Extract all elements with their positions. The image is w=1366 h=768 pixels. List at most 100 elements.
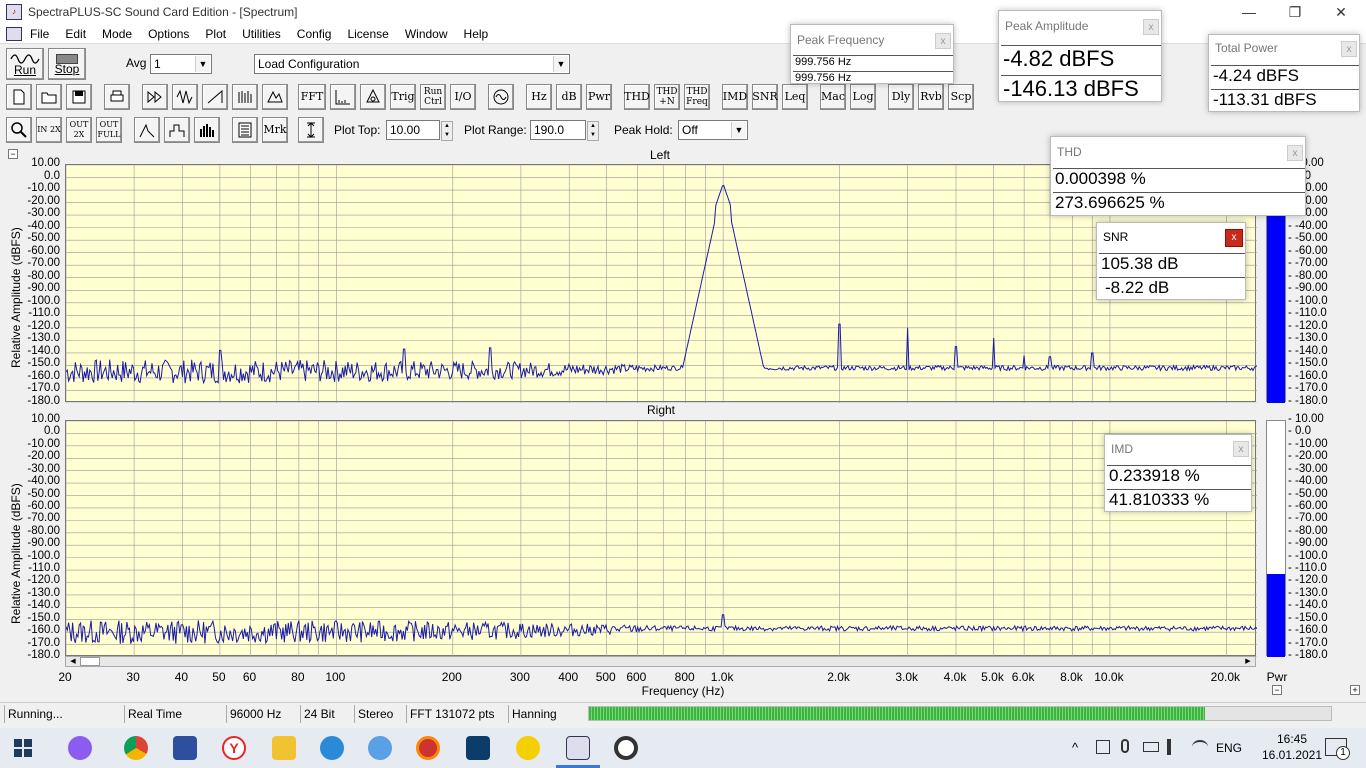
clock-date[interactable]: 16.01.2021 xyxy=(1252,748,1332,762)
step-plot-button[interactable] xyxy=(164,117,190,143)
dly-button[interactable]: Dly xyxy=(888,84,914,110)
close-icon[interactable]: x xyxy=(1143,19,1159,35)
windows-start-icon[interactable] xyxy=(14,739,32,757)
close-icon[interactable]: x xyxy=(935,33,951,49)
zoom-in-2x-button[interactable]: IN 2X xyxy=(36,117,62,143)
spectrogram-button[interactable] xyxy=(232,84,258,110)
save-button[interactable] xyxy=(66,84,92,110)
floppy-save-icon[interactable] xyxy=(173,736,197,760)
close-icon[interactable]: x xyxy=(1287,145,1303,161)
wifi-icon[interactable] xyxy=(1192,740,1208,754)
scope-button[interactable] xyxy=(360,84,386,110)
plot-range-input[interactable]: 190.0 ▲ ▼ xyxy=(530,120,599,141)
fft-button[interactable]: FFT xyxy=(298,84,326,110)
file-explorer-icon[interactable] xyxy=(272,736,296,760)
snr-button[interactable]: SNR xyxy=(752,84,778,110)
close-button[interactable]: ✕ xyxy=(1318,0,1364,24)
settings-gear-icon[interactable] xyxy=(614,736,638,760)
chrome-icon[interactable] xyxy=(124,736,148,760)
menu-edit[interactable]: Edit xyxy=(57,27,94,41)
bar-plot-button[interactable] xyxy=(194,117,220,143)
plot-range-spinner[interactable]: ▲ ▼ xyxy=(587,121,599,141)
pwr-button[interactable]: Pwr xyxy=(586,84,612,110)
zoom-out-full-button[interactable]: OUT FULL xyxy=(96,117,122,143)
1c-icon[interactable] xyxy=(516,736,540,760)
restore-button[interactable]: ❐ xyxy=(1272,0,1318,24)
thd-button[interactable]: THD xyxy=(624,84,650,110)
scrollbar-thumb[interactable] xyxy=(80,657,100,666)
minimize-button[interactable]: — xyxy=(1226,0,1272,24)
snr-window[interactable]: SNR x 105.38 dB -8.22 dB xyxy=(1096,222,1246,300)
generator-button[interactable] xyxy=(488,84,514,110)
clock-time[interactable]: 16:45 xyxy=(1262,732,1322,746)
mrk-button[interactable]: Mrk xyxy=(262,117,288,143)
close-icon[interactable]: x xyxy=(1233,441,1249,457)
plot-top-input[interactable]: 10.00 ▲ ▼ xyxy=(386,120,453,141)
alice-assistant-icon[interactable] xyxy=(68,736,92,760)
config-select[interactable]: Load Configuration ▼ xyxy=(254,54,570,74)
thd-freq-button[interactable]: THD Freq xyxy=(684,84,710,110)
menu-plot[interactable]: Plot xyxy=(197,27,234,41)
scroll-right-arrow-icon[interactable]: ▶ xyxy=(1241,657,1255,666)
menu-window[interactable]: Window xyxy=(397,27,456,41)
thd-n-button[interactable]: THD +N xyxy=(654,84,680,110)
menu-mode[interactable]: Mode xyxy=(94,27,140,41)
app-icon[interactable]: ♪ xyxy=(6,4,22,20)
line-plot-button[interactable] xyxy=(134,117,160,143)
trig-button[interactable]: Trig xyxy=(390,84,416,110)
menu-options[interactable]: Options xyxy=(140,27,197,41)
right-spectrum-plot[interactable] xyxy=(65,420,1257,657)
tray-overflow-icon[interactable]: ^ xyxy=(1072,740,1078,755)
scroll-left-arrow-icon[interactable]: ◀ xyxy=(66,657,80,666)
spectraplus-taskbar-icon[interactable] xyxy=(566,736,590,760)
imd-button[interactable]: IMD xyxy=(722,84,748,110)
fast-forward-button[interactable] xyxy=(142,84,168,110)
media-player-icon[interactable] xyxy=(416,736,440,760)
mac-button[interactable]: Mac xyxy=(820,84,846,110)
io-button[interactable]: I/O xyxy=(450,84,476,110)
db-button[interactable]: dB xyxy=(556,84,582,110)
leq-button[interactable]: Leq xyxy=(782,84,808,110)
scp-button[interactable]: Scp xyxy=(948,84,974,110)
language-indicator[interactable]: ENG xyxy=(1216,741,1242,755)
menu-file[interactable]: File xyxy=(22,27,57,41)
thd-window[interactable]: THD x 0.000398 % 273.696625 % xyxy=(1050,136,1306,216)
avg-select[interactable]: 1 ▼ xyxy=(150,54,212,74)
stop-button[interactable]: Stop xyxy=(48,48,86,80)
log-button[interactable]: Log xyxy=(850,84,876,110)
table-button[interactable] xyxy=(232,117,258,143)
zoom-button[interactable] xyxy=(6,117,32,143)
telegram-icon[interactable] xyxy=(320,736,344,760)
new-button[interactable] xyxy=(6,84,32,110)
waveform-button[interactable] xyxy=(172,84,198,110)
plot-top-spinner[interactable]: ▲ ▼ xyxy=(441,121,453,141)
menu-help[interactable]: Help xyxy=(456,27,497,41)
network-adapter-icon[interactable] xyxy=(1096,740,1110,754)
imd-window[interactable]: IMD x 0.233918 % 41.810333 % xyxy=(1104,434,1252,512)
close-icon[interactable]: x xyxy=(1225,229,1243,247)
expand-button[interactable]: + xyxy=(1350,685,1360,695)
total-power-window[interactable]: Total Power x -4.24 dBFS -113.31 dBFS xyxy=(1208,34,1360,112)
horizontal-scrollbar[interactable]: ◀ ▶ xyxy=(65,656,1256,667)
messenger-icon[interactable] xyxy=(368,736,392,760)
yandex-browser-icon[interactable]: Y xyxy=(222,736,246,760)
collapse-pwr-button[interactable]: − xyxy=(1272,685,1282,695)
run-ctrl-button[interactable]: Run Ctrl xyxy=(420,84,446,110)
cloud-app-icon[interactable] xyxy=(466,736,490,760)
menu-config[interactable]: Config xyxy=(289,27,340,41)
hz-button[interactable]: Hz xyxy=(526,84,552,110)
sawtooth-button[interactable] xyxy=(202,84,228,110)
zoom-out-2x-button[interactable]: OUT 2X xyxy=(66,117,92,143)
autoscale-button[interactable] xyxy=(298,117,324,143)
battery-icon[interactable] xyxy=(1143,742,1159,752)
open-button[interactable] xyxy=(36,84,62,110)
peak-amplitude-window[interactable]: Peak Amplitude x -4.82 dBFS -146.13 dBFS xyxy=(998,10,1162,102)
peak-frequency-window[interactable]: Peak Frequency x 999.756 Hz 999.756 Hz xyxy=(790,24,954,84)
document-icon[interactable] xyxy=(6,26,22,41)
bar-graph-button[interactable] xyxy=(330,84,356,110)
print-button[interactable] xyxy=(104,84,130,110)
run-button[interactable]: Run xyxy=(6,48,44,80)
close-icon[interactable]: x xyxy=(1341,41,1357,57)
microphone-icon[interactable] xyxy=(1121,739,1129,753)
3d-plot-button[interactable] xyxy=(262,84,288,110)
